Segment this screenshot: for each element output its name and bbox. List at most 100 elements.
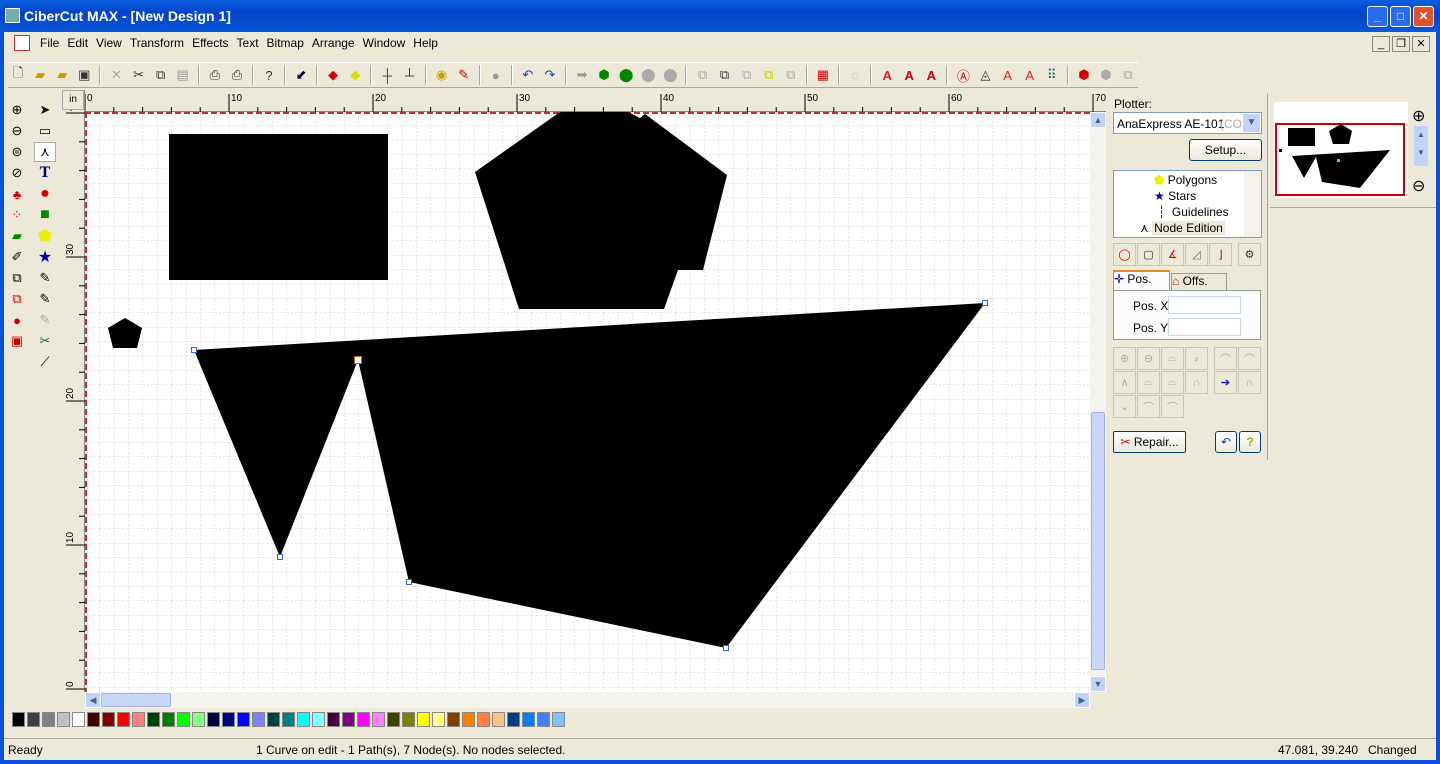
close-button[interactable]: ✕	[1413, 6, 1434, 27]
join-nodes-icon[interactable]: ⌓	[1161, 347, 1184, 370]
menu-transform[interactable]: Transform	[126, 36, 188, 50]
palette-swatch[interactable]	[522, 712, 535, 727]
tree-item-node-edition[interactable]: ⋏ Node Edition	[1140, 221, 1225, 235]
nodes-red-icon[interactable]: ◆	[323, 64, 343, 86]
smooth-icon[interactable]: ⌓	[1137, 371, 1160, 394]
palette-swatch[interactable]	[282, 712, 295, 727]
text-fill-icon[interactable]: A	[877, 64, 897, 86]
align-nodes-icon[interactable]: ⌒	[1161, 395, 1184, 418]
new-icon[interactable]: 🗋	[8, 64, 28, 86]
horizontal-scrollbar[interactable]: ◀ ▶	[85, 692, 1090, 708]
redo-icon[interactable]: ↷	[540, 64, 560, 86]
horizontal-scroll-thumb[interactable]	[101, 693, 171, 707]
shape-arrow-icon[interactable]: ➡	[572, 64, 592, 86]
palette-swatch[interactable]	[357, 712, 370, 727]
paste-icon[interactable]: ▤	[173, 64, 193, 86]
pointer-icon[interactable]: ➤	[34, 100, 56, 120]
curve-plus-icon[interactable]: ⌒	[1214, 347, 1237, 370]
order-backward-icon[interactable]: ⧉	[759, 64, 779, 86]
palette-swatch[interactable]	[537, 712, 550, 727]
palette-swatch[interactable]	[492, 712, 505, 727]
order-back-icon[interactable]: ⧉	[692, 64, 712, 86]
palette-swatch[interactable]	[222, 712, 235, 727]
vertical-scroll-thumb[interactable]	[1091, 412, 1105, 670]
preview-thumbnail[interactable]	[1274, 102, 1408, 198]
menu-file[interactable]: File	[36, 36, 63, 50]
split-icon[interactable]: ┴	[399, 64, 419, 86]
dotted-angle-icon[interactable]: ◿	[1185, 243, 1208, 266]
help-button[interactable]: ?	[1239, 431, 1261, 453]
open-icon[interactable]: ▰	[30, 64, 50, 86]
break-node-icon[interactable]: ⸗	[1185, 347, 1208, 370]
palette-swatch[interactable]	[237, 712, 250, 727]
save-icon[interactable]: ▣	[74, 64, 94, 86]
doc-close-button[interactable]: ✕	[1412, 36, 1430, 52]
ellipse-icon[interactable]: ●	[34, 184, 56, 204]
rectangle-shape[interactable]	[169, 134, 388, 280]
palette-swatch[interactable]	[117, 712, 130, 727]
grid-icon[interactable]: ⠿	[1042, 64, 1062, 86]
direction-icon[interactable]: ➔	[1214, 371, 1237, 394]
text-perspective-icon[interactable]: ◬	[975, 64, 995, 86]
to-curve-icon[interactable]: ∩	[1238, 371, 1261, 394]
palette-swatch[interactable]	[552, 712, 565, 727]
info-icon[interactable]: ●	[486, 64, 506, 86]
cusp-icon[interactable]: ∧	[1113, 371, 1136, 394]
ruler-horizontal[interactable]: 0 10 20 30 40 50 60 70	[62, 90, 1107, 112]
import-icon[interactable]: ▰	[52, 64, 72, 86]
rectangle-icon[interactable]: ■	[34, 205, 56, 225]
node-edit-icon[interactable]: ⋏	[34, 142, 56, 162]
delete-node-icon[interactable]: ⊖	[1137, 347, 1160, 370]
rotate-nodes-icon[interactable]: ⌒	[1137, 395, 1160, 418]
stretch-icon[interactable]: ⌄	[1113, 395, 1136, 418]
preview-zoom-out-icon[interactable]: ⊖	[1412, 176, 1425, 196]
symmetric-icon[interactable]: ⌓	[1161, 371, 1184, 394]
to-line-icon[interactable]: ∩	[1185, 371, 1208, 394]
curve-icon[interactable]: ⌒	[1238, 347, 1261, 370]
setup-button[interactable]: Setup...	[1189, 139, 1262, 161]
tool-tree[interactable]: ⬟ Polygons ★ Stars ┆ Guidelines ⋏ Node E…	[1113, 170, 1262, 238]
ruler-icon[interactable]: ▭	[34, 121, 56, 141]
origin-icon[interactable]: ⬋	[291, 64, 311, 86]
freehand-icon[interactable]: ✎	[34, 268, 56, 288]
weed-icon[interactable]: ⬢	[1074, 64, 1094, 86]
undo-node-button[interactable]: ↶	[1215, 431, 1237, 453]
order-icon[interactable]: ⧉	[781, 64, 801, 86]
circle-nodes-icon[interactable]: ◯	[1113, 243, 1136, 266]
palette-swatch[interactable]	[207, 712, 220, 727]
plotter-icon[interactable]: ▰	[6, 226, 28, 246]
settings-icon[interactable]: ⚙	[1238, 243, 1261, 266]
pos-x-input[interactable]	[1168, 296, 1241, 314]
menu-effects[interactable]: Effects	[188, 36, 232, 50]
text-outline-icon[interactable]: A	[921, 64, 941, 86]
zoom-all-icon[interactable]: ⊜	[6, 142, 28, 162]
scroll-left-button[interactable]: ◀	[85, 692, 101, 708]
menu-edit[interactable]: Edit	[63, 36, 92, 50]
drawing-canvas[interactable]	[85, 112, 1090, 692]
repair-button[interactable]: ✂ Repair...	[1113, 431, 1186, 453]
palette-swatch[interactable]	[177, 712, 190, 727]
square-nodes-icon[interactable]: ▢	[1137, 243, 1160, 266]
preview-scroll[interactable]: ▲ ▼	[1414, 126, 1428, 166]
palette-swatch[interactable]	[252, 712, 265, 727]
palette-swatch[interactable]	[312, 712, 325, 727]
palette-swatch[interactable]	[147, 712, 160, 727]
knife-icon[interactable]: ⟋	[34, 352, 56, 372]
menu-view[interactable]: View	[92, 36, 126, 50]
zoom-previous-icon[interactable]: ⊘	[6, 163, 28, 183]
order-front-icon[interactable]: ⧉	[715, 64, 735, 86]
weld-icon[interactable]: ┼	[377, 64, 397, 86]
fill-colors-icon[interactable]: ●	[6, 310, 28, 330]
palette-swatch[interactable]	[297, 712, 310, 727]
menu-help[interactable]: Help	[409, 36, 442, 50]
node-handle[interactable]	[723, 645, 729, 651]
menu-text[interactable]: Text	[233, 36, 263, 50]
vertical-scrollbar[interactable]: ▲ ▼	[1090, 112, 1106, 692]
palette-swatch[interactable]	[417, 712, 430, 727]
frame-icon[interactable]: ▣	[6, 331, 28, 351]
weed-box-icon[interactable]: ⧉	[1118, 64, 1138, 86]
help-icon[interactable]: ?	[259, 64, 279, 86]
select-nodes-icon[interactable]: ⁘	[6, 205, 28, 225]
zoom-in-icon[interactable]: ⊕	[6, 100, 28, 120]
palette-swatch[interactable]	[162, 712, 175, 727]
